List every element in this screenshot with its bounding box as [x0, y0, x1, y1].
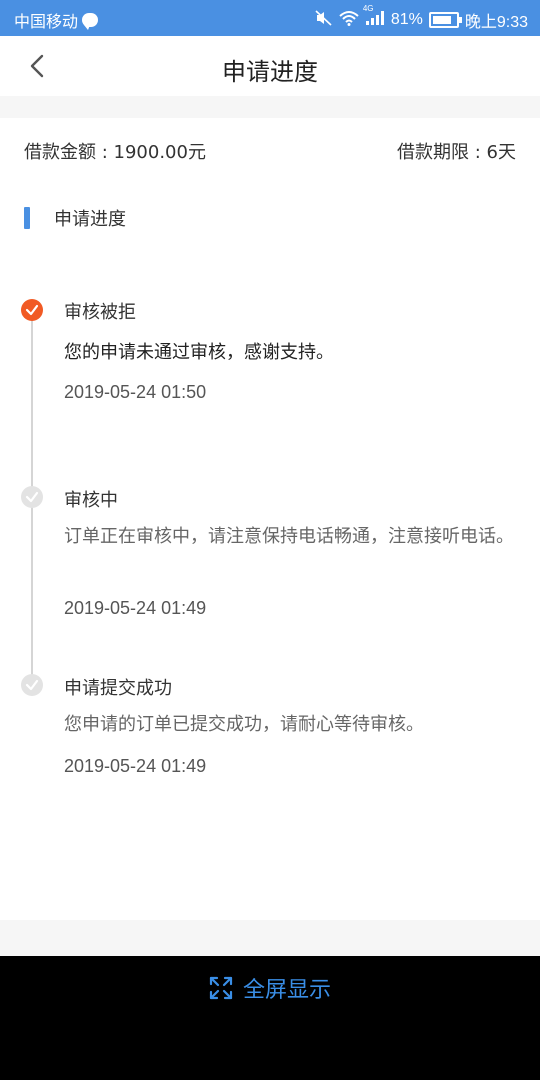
check-circle-icon	[21, 674, 43, 696]
section-heading: 申请进度	[24, 206, 126, 230]
timeline-time: 2019-05-24 01:49	[64, 756, 207, 776]
carrier-name: 中国移动	[14, 14, 79, 31]
bottom-gap	[0, 920, 540, 956]
mute-icon	[315, 9, 333, 31]
section-accent-bar	[24, 207, 30, 229]
loan-term: 借款期限 : 6天	[397, 142, 516, 163]
timeline-description: 订单正在审核中，请注意保持电话畅通，注意接听电话。	[64, 526, 514, 547]
check-circle-icon	[21, 486, 43, 508]
progress-card: 借款金额 : 1900.00元 借款期限 : 6天 申请进度 审核被拒 您的申请…	[0, 118, 540, 920]
status-left: 中国移动	[14, 8, 99, 32]
clock: 晚上9:33	[464, 14, 528, 31]
title-bar: 申请进度	[0, 36, 540, 96]
chat-bubble-icon	[82, 13, 99, 30]
fullscreen-button[interactable]: 全屏显示	[0, 970, 540, 1006]
network-type: 4G	[362, 3, 374, 13]
check-circle-icon	[21, 299, 43, 321]
fullscreen-label: 全屏显示	[242, 978, 331, 1003]
timeline-time: 2019-05-24 01:50	[64, 382, 207, 402]
timeline-title: 审核中	[64, 490, 118, 511]
timeline-title: 申请提交成功	[64, 678, 172, 699]
bottom-bar: 全屏显示	[0, 956, 540, 1080]
timeline-time: 2019-05-24 01:49	[64, 598, 207, 618]
battery-percent: 81%	[390, 11, 423, 28]
wifi-icon	[339, 10, 359, 31]
status-bar: 中国移动 4G 81% 晚上9:33	[0, 0, 540, 36]
expand-icon	[209, 976, 233, 1000]
status-right: 4G 81% 晚上9:33	[315, 4, 528, 32]
page-title: 申请进度	[222, 58, 318, 86]
signal-icon: 4G	[363, 4, 385, 31]
timeline-title: 审核被拒	[64, 302, 136, 323]
loan-amount: 借款金额 : 1900.00元	[24, 142, 206, 163]
loan-summary: 借款金额 : 1900.00元 借款期限 : 6天	[24, 138, 516, 166]
section-title: 申请进度	[54, 209, 126, 230]
timeline-description: 您的申请未通过审核，感谢支持。	[64, 342, 334, 363]
battery-icon	[428, 12, 462, 28]
divider-gap	[0, 96, 540, 118]
timeline-description: 您申请的订单已提交成功，请耐心等待审核。	[64, 714, 424, 735]
